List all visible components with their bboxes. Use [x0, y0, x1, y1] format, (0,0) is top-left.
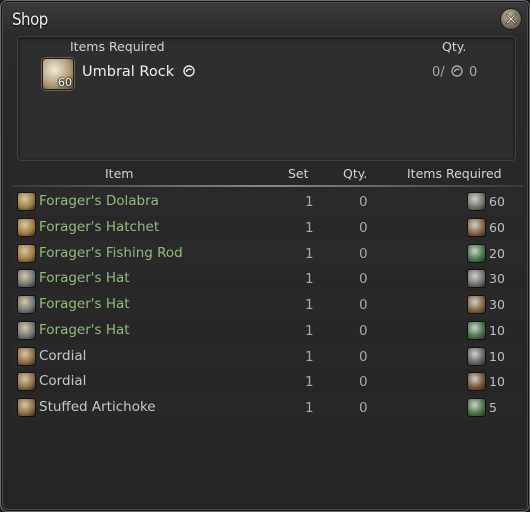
- hat-icon: [17, 320, 36, 340]
- table-row[interactable]: Forager's Hat 1 0 30: [11, 292, 523, 317]
- items-required-panel: Items Required Qty. 60 Umbral Rock 0/ 0: [17, 36, 516, 161]
- table-row[interactable]: Forager's Hat 1 0 30: [11, 266, 523, 291]
- rock-icon: [467, 243, 486, 263]
- cost-count: 10: [489, 374, 505, 390]
- item-set: 1: [305, 219, 314, 236]
- leaf-icon: [467, 398, 486, 417]
- owned-quantity: 0/: [432, 65, 445, 80]
- item-name: Forager's Hat: [39, 321, 130, 338]
- pickaxe-icon: [17, 192, 36, 211]
- item-name: Stuffed Artichoke: [39, 399, 156, 415]
- item-name: Forager's Fishing Rod: [39, 244, 183, 261]
- item-set: 1: [305, 271, 314, 288]
- rock-icon: [467, 192, 486, 211]
- close-icon: [505, 13, 517, 25]
- cost-count: 60: [489, 219, 505, 235]
- table-row[interactable]: Forager's Fishing Rod 1 0 20: [11, 241, 523, 266]
- item-qty: 0: [359, 374, 368, 391]
- item-set: 1: [305, 297, 314, 313]
- table-row[interactable]: Cordial 1 0 10: [11, 369, 523, 394]
- cost-count: 5: [489, 400, 497, 415]
- required-count: 60: [58, 76, 72, 89]
- rock-icon: [467, 217, 486, 237]
- item-name: Cordial: [39, 373, 87, 390]
- potion-icon: [17, 346, 36, 366]
- item-qty: 0: [359, 348, 368, 365]
- item-qty: 0: [359, 245, 368, 262]
- window-title: Shop: [12, 10, 48, 30]
- column-header-set[interactable]: Set: [288, 166, 309, 181]
- rock-icon: [467, 346, 486, 366]
- hat-icon: [17, 269, 36, 289]
- required-item-label: Umbral Rock: [82, 64, 175, 80]
- umbral-rock-icon[interactable]: 60: [42, 58, 74, 90]
- column-header-item[interactable]: Item: [105, 166, 133, 181]
- high-quality-icon: [451, 65, 463, 77]
- item-qty: 0: [359, 297, 368, 313]
- item-name: Forager's Dolabra: [39, 193, 159, 209]
- required-quantity: 0/ 0: [432, 65, 477, 80]
- cost-count: 10: [489, 322, 505, 338]
- table-row[interactable]: Cordial 1 0 10: [11, 344, 523, 369]
- cost-count: 30: [489, 297, 505, 312]
- item-qty: 0: [359, 194, 368, 210]
- cost-count: 60: [489, 194, 505, 209]
- high-quality-icon: [183, 65, 195, 77]
- cutlery-icon: [17, 398, 36, 417]
- item-set: 1: [305, 322, 314, 339]
- item-set: 1: [305, 348, 314, 365]
- item-qty: 0: [359, 400, 368, 416]
- table-row[interactable]: Forager's Hat 1 0 10: [11, 318, 523, 343]
- hat-icon: [17, 295, 36, 314]
- table-row[interactable]: Forager's Dolabra 1 0 60: [11, 189, 523, 214]
- item-set: 1: [305, 400, 314, 416]
- quantity-header: Qty.: [442, 39, 467, 54]
- item-name: Forager's Hat: [39, 296, 130, 312]
- title-bar[interactable]: Shop: [3, 3, 527, 34]
- hatchet-icon: [17, 217, 36, 237]
- rock-icon: [467, 320, 486, 340]
- rock-icon: [467, 372, 486, 392]
- item-qty: 0: [359, 271, 368, 288]
- item-name: Forager's Hatchet: [39, 218, 160, 235]
- cost-count: 10: [489, 348, 505, 364]
- column-header-items-required[interactable]: Items Required: [407, 166, 502, 181]
- item-set: 1: [305, 194, 314, 210]
- item-qty: 0: [359, 322, 368, 339]
- column-header-qty[interactable]: Qty.: [343, 166, 367, 181]
- table-row[interactable]: Forager's Hatchet 1 0 60: [11, 215, 523, 240]
- items-required-header: Items Required: [70, 39, 165, 54]
- rock-icon: [467, 295, 486, 314]
- needed-quantity: 0: [468, 65, 478, 80]
- item-name: Cordial: [39, 347, 87, 364]
- potion-icon: [17, 372, 36, 392]
- item-qty: 0: [359, 219, 368, 236]
- table-row[interactable]: Stuffed Artichoke 1 0 5: [11, 395, 523, 420]
- item-name: Forager's Hat: [39, 270, 130, 287]
- header-divider: [13, 185, 523, 187]
- close-button[interactable]: [501, 9, 521, 29]
- cost-count: 20: [489, 245, 505, 261]
- required-item-name[interactable]: Umbral Rock: [82, 64, 195, 80]
- item-set: 1: [305, 374, 314, 391]
- rock-icon: [467, 269, 486, 289]
- shop-window: Shop Items Required Qty. 60 Umbral Rock …: [0, 0, 530, 512]
- item-set: 1: [305, 245, 314, 262]
- cost-count: 30: [489, 271, 505, 287]
- fishing-rod-icon: [17, 243, 36, 263]
